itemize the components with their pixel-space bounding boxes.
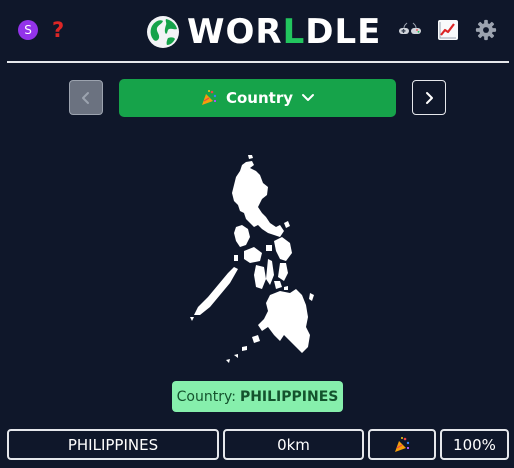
gear-icon[interactable] bbox=[474, 18, 498, 42]
camiguin-islet bbox=[284, 286, 288, 290]
stats-chart-icon[interactable] bbox=[436, 18, 460, 42]
jolo-islet bbox=[242, 346, 247, 351]
bohol-island bbox=[274, 281, 282, 289]
header-divider bbox=[7, 61, 509, 63]
chevron-right-icon bbox=[426, 91, 433, 104]
luzon-island bbox=[232, 161, 284, 237]
catanduanes-islet bbox=[284, 221, 290, 228]
samar-island bbox=[274, 237, 292, 261]
help-icon[interactable]: ? bbox=[52, 20, 64, 41]
answer-badge: Country: PHILIPPINES bbox=[172, 381, 343, 412]
guess-direction-cell bbox=[368, 429, 436, 460]
party-popper-icon bbox=[395, 436, 410, 452]
logo: WORLDLE bbox=[146, 12, 381, 52]
previous-button[interactable] bbox=[69, 80, 103, 115]
next-button[interactable] bbox=[412, 80, 446, 115]
guess-country-cell: PHILIPPINES bbox=[7, 429, 219, 460]
calamian-islet bbox=[234, 255, 238, 261]
siargao-islet bbox=[309, 293, 314, 301]
balabac-islet bbox=[190, 317, 194, 321]
logo-text: WORLDLE bbox=[187, 12, 381, 52]
logo-highlight: L bbox=[282, 12, 306, 52]
guess-distance-cell: 0km bbox=[223, 429, 364, 460]
selector-label: Country bbox=[225, 89, 294, 107]
cebu-island bbox=[266, 259, 274, 285]
game-controllers-icon[interactable] bbox=[398, 18, 422, 42]
answer-prefix: Country: bbox=[176, 388, 236, 405]
palawan-island bbox=[194, 267, 238, 315]
header: S ? WORLDLE bbox=[0, 0, 514, 62]
answer-country-name: PHILIPPINES bbox=[239, 388, 339, 405]
guess-proximity-cell: 100% bbox=[440, 429, 509, 460]
globe-icon bbox=[147, 16, 179, 48]
basilan-islet bbox=[252, 335, 260, 343]
party-popper-icon bbox=[201, 90, 217, 105]
mindanao-island bbox=[258, 289, 310, 353]
worldle-page: S ? WORLDLE Country Country: PHILIPPINES… bbox=[0, 0, 514, 468]
leyte-island bbox=[278, 263, 288, 281]
tawi-islet-2 bbox=[226, 359, 230, 363]
header-left-icons: S ? bbox=[18, 20, 64, 41]
avatar-icon[interactable]: S bbox=[18, 20, 38, 40]
logo-prefix: WOR bbox=[187, 12, 283, 52]
header-right-icons bbox=[398, 18, 498, 42]
panay-island bbox=[244, 247, 262, 263]
north-islet bbox=[248, 155, 253, 159]
masbate-island bbox=[266, 245, 272, 251]
logo-suffix: DLE bbox=[305, 12, 382, 52]
chevron-left-icon bbox=[82, 91, 89, 104]
chevron-down-icon bbox=[302, 94, 315, 101]
mindoro-island bbox=[234, 225, 250, 247]
country-selector-dropdown[interactable]: Country bbox=[119, 79, 396, 117]
tawi-islet-1 bbox=[234, 354, 238, 358]
negros-island bbox=[254, 265, 266, 289]
country-silhouette-philippines bbox=[190, 155, 314, 363]
